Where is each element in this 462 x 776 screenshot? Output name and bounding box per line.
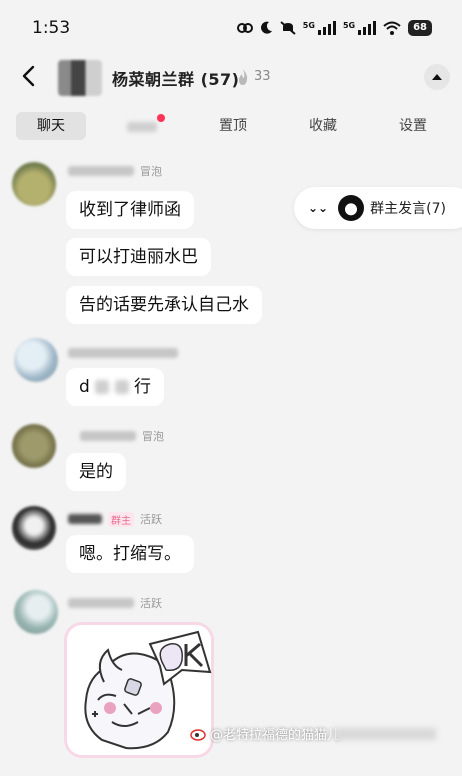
avatar[interactable] <box>14 338 58 382</box>
sender-tag: 冒泡 <box>140 165 162 178</box>
sender-tag: 活跃 <box>140 513 162 526</box>
sender-name <box>68 348 178 358</box>
flame-icon <box>239 69 248 85</box>
avatar[interactable] <box>14 590 58 634</box>
watermark-blur <box>336 728 436 740</box>
signal-icon-2: 5G <box>343 21 377 35</box>
avatar[interactable] <box>12 162 56 206</box>
message-bubble[interactable]: d 行 <box>66 368 165 406</box>
back-arrow-icon[interactable] <box>18 64 40 88</box>
message-bubble[interactable]: 嗯。打缩写。 <box>66 535 194 573</box>
watermark: @老特拉福德的猫猫儿 <box>190 724 340 743</box>
status-time: 1:53 <box>32 18 71 38</box>
status-bar: 1:53 5G 5G 68 <box>0 0 462 56</box>
tab-pinned[interactable]: 置顶 <box>200 112 266 140</box>
sender-name-row: 冒泡 <box>80 429 164 443</box>
likes-count: 33 <box>254 69 271 84</box>
moon-icon <box>260 21 272 34</box>
status-icons: 5G 5G 68 <box>236 20 432 36</box>
tab-settings[interactable]: 设置 <box>380 112 446 140</box>
owner-speech-label: 群主发言(7) <box>370 201 446 217</box>
watermark-text: @老特拉福德的猫猫儿 <box>210 728 341 743</box>
weibo-logo-icon <box>190 728 206 741</box>
battery-indicator: 68 <box>408 20 432 36</box>
wifi-icon <box>383 21 401 35</box>
owner-speech-button[interactable]: ⌄⌄ 群主发言(7) <box>294 187 462 229</box>
redacted-text <box>114 380 129 394</box>
message-bubble[interactable]: 是的 <box>66 453 126 491</box>
sender-name <box>68 514 102 524</box>
sender-name-row: 冒泡 <box>68 164 162 178</box>
double-chevron-down-icon: ⌄⌄ <box>308 201 329 215</box>
message-bubble[interactable]: 可以打迪丽水巴 <box>66 238 211 276</box>
sender-name-row: 群主 活跃 <box>68 511 162 527</box>
tab-hidden-label[interactable] <box>127 122 157 132</box>
mute-icon <box>280 21 296 35</box>
sender-name <box>68 598 134 608</box>
sender-name-row <box>68 346 178 360</box>
owner-badge: 群主 <box>108 511 134 527</box>
tab-chat[interactable]: 聊天 <box>16 112 86 140</box>
sender-name <box>80 431 136 441</box>
redacted-text <box>95 380 110 394</box>
signal-icon: 5G <box>303 21 336 35</box>
message-text-part: 行 <box>134 377 152 397</box>
message-bubble[interactable]: 收到了律师函 <box>66 191 194 229</box>
message-text-part: d <box>79 377 90 397</box>
message-bubble[interactable]: 告的话要先承认自己水 <box>66 286 262 324</box>
collapse-button[interactable] <box>424 64 450 90</box>
group-avatar[interactable] <box>58 60 102 96</box>
unread-dot <box>157 114 165 122</box>
sender-name <box>68 166 134 176</box>
sender-tag: 活跃 <box>140 597 162 610</box>
sender-tag: 冒泡 <box>142 430 164 443</box>
owner-avatar <box>338 195 365 221</box>
avatar[interactable] <box>12 506 56 550</box>
link-icon <box>236 23 253 33</box>
tab-favorites[interactable]: 收藏 <box>290 112 356 140</box>
group-title[interactable]: 杨菜朝兰群 (57) <box>112 66 239 90</box>
avatar[interactable] <box>12 424 56 468</box>
chat-header: 杨菜朝兰群 (57) 33 <box>0 56 462 100</box>
tab-bar: 聊天 置顶 收藏 设置 <box>0 108 462 144</box>
sender-name-row: 活跃 <box>68 596 162 610</box>
